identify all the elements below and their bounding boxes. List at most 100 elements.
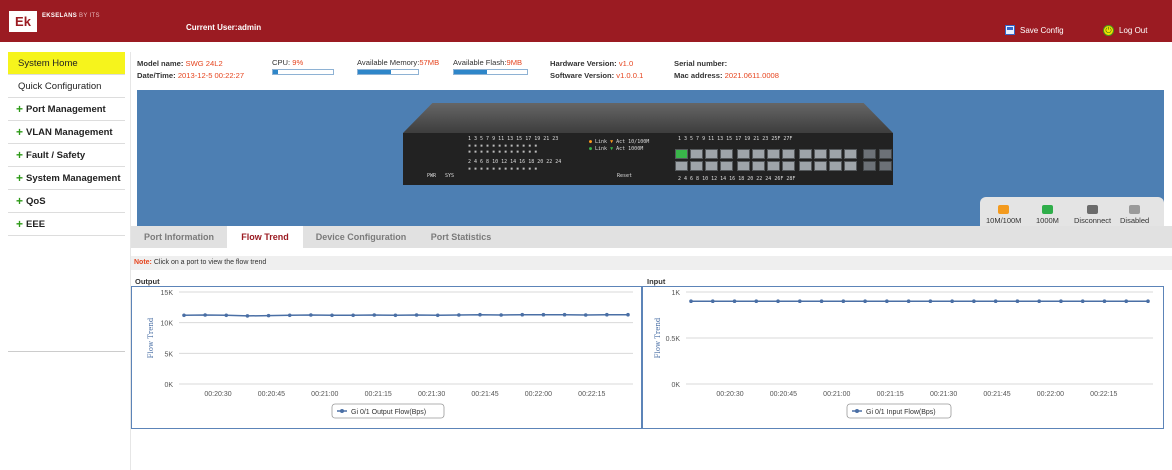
ethernet-port[interactable] [705,149,718,159]
sfp-port[interactable] [863,161,876,171]
ethernet-port[interactable] [844,149,857,159]
ethernet-port[interactable] [829,161,842,171]
hw-label: Hardware Version: [550,59,617,68]
logout-button[interactable]: ⏻ Log Out [1103,25,1147,36]
sidebar-item-qos[interactable]: + QoS [8,190,125,213]
ethernet-port[interactable] [690,149,703,159]
legend-label: 10M/100M [986,216,1022,225]
data-point [754,299,759,303]
ethernet-port[interactable] [799,149,812,159]
tab-flow-trend[interactable]: Flow Trend [227,226,303,248]
sidebar-item-label: Quick Configuration [18,80,102,92]
sidebar-item-label: VLAN Management [26,126,113,138]
serial-label: Serial number: [674,59,728,68]
sidebar-item-label: QoS [26,195,46,207]
x-tick-label: 00:20:45 [258,391,285,398]
model-label: Model name: [137,59,184,68]
brand-name: EKSELANS BY ITS [42,13,100,19]
save-config-button[interactable]: Save Config [1005,25,1064,35]
sidebar-item-quick-configuration[interactable]: Quick Configuration [8,75,125,98]
act-led-green: ▼ [610,146,614,152]
ethernet-port[interactable] [675,161,688,171]
data-point [520,312,525,317]
data-point [478,312,482,317]
data-point [928,299,933,303]
sfp-port[interactable] [879,149,892,159]
link-1-text: Link [595,139,608,145]
ethernet-port[interactable] [782,161,795,171]
ethernet-port[interactable] [829,149,842,159]
logout-label: Log Out [1119,26,1148,35]
y-tick-label: 0K [671,382,680,389]
ethernet-port[interactable] [752,161,765,171]
sidebar-item-fault-safety[interactable]: + Fault / Safety [8,144,125,167]
note-text: Click on a port to view the flow trend [153,259,267,266]
y-tick-label: 15K [161,290,174,297]
cpu-bar [272,69,334,75]
top-header: Ek EKSELANS BY ITS Current User:admin Sa… [0,0,1172,42]
ethernet-port[interactable] [814,149,827,159]
cpu-bar-fill [273,70,279,74]
ethernet-port[interactable] [737,149,750,159]
ethernet-port[interactable] [767,149,780,159]
sidebar-item-vlan-management[interactable]: + VLAN Management [8,121,125,144]
data-point [1059,299,1063,303]
ethernet-port[interactable] [705,161,718,171]
sfp-port[interactable] [863,149,876,159]
memory-label: Available Memory: [357,58,420,67]
date-time: Date/Time: 2013-12-5 00:22:27 [137,71,244,80]
power-icon: ⏻ [1103,25,1114,36]
ethernet-port[interactable] [737,161,750,171]
flash-label: Available Flash: [453,58,507,67]
ethernet-port[interactable] [767,161,780,171]
input-chart-title: Input [647,277,666,286]
switch-device: 1 3 5 7 9 11 13 15 17 19 21 23 ▪ ▪ ▪ ▪ ▪… [403,103,893,185]
hardware-version: Hardware Version: v1.0 [550,59,633,68]
ethernet-port[interactable] [752,149,765,159]
y-axis-label: Flow Trend [654,317,662,358]
legend-swatch [1041,205,1053,214]
serial-number: Serial number: [674,59,727,68]
sidebar-item-eee[interactable]: + EEE [8,213,125,236]
data-point [1037,299,1041,303]
link-led-green: ● [589,146,593,152]
ethernet-port[interactable] [844,161,857,171]
sidebar-item-system-management[interactable]: + System Management [8,167,125,190]
link-led-amber: ● [589,139,593,145]
sidebar-menu: System Home Quick Configuration + Port Mana… [8,52,125,352]
ethernet-port[interactable] [720,161,733,171]
y-tick-label: 1K [671,290,680,297]
output-chart-svg: 0K 5K 10K 15K Flow Trend 00:20:30 00:20:45 00:2… [147,290,633,419]
legend-swatch [1129,205,1141,214]
hw-value: v1.0 [618,59,634,68]
ethernet-port[interactable] [814,161,827,171]
ethernet-port[interactable] [720,149,733,159]
tab-device-configuration[interactable]: Device Configuration [303,226,419,248]
data-point [245,314,250,318]
legend-item: 10M/100M [986,205,1021,225]
ethernet-port[interactable] [690,161,703,171]
series-line [183,313,628,317]
tab-port-statistics[interactable]: Port Statistics [419,226,503,248]
sidebar-item-system-home[interactable]: System Home [8,52,125,75]
sidebar-item-label: Fault / Safety [26,149,86,161]
brand-logo: Ek [9,11,37,32]
datetime-label: Date/Time: [137,71,176,80]
y-tick-label: 0K [164,382,173,389]
sys-label: SYS [445,173,455,179]
switch-top-face [403,103,893,133]
ethernet-port[interactable] [782,149,795,159]
ethernet-port[interactable] [675,149,688,159]
flash-bar-fill [454,70,487,74]
sfp-port[interactable] [879,161,892,171]
sidebar-item-label: EEE [26,218,46,230]
data-point [863,299,867,303]
data-point [499,313,503,317]
tab-port-information[interactable]: Port Information [133,226,225,248]
data-point [626,312,630,317]
link-label-2: ● Link ▼ Act 1000M [589,146,643,152]
data-point [798,299,802,303]
sidebar-item-port-management[interactable]: + Port Management [8,98,125,121]
ethernet-port[interactable] [799,161,812,171]
flash-value: 9MB [506,58,523,67]
